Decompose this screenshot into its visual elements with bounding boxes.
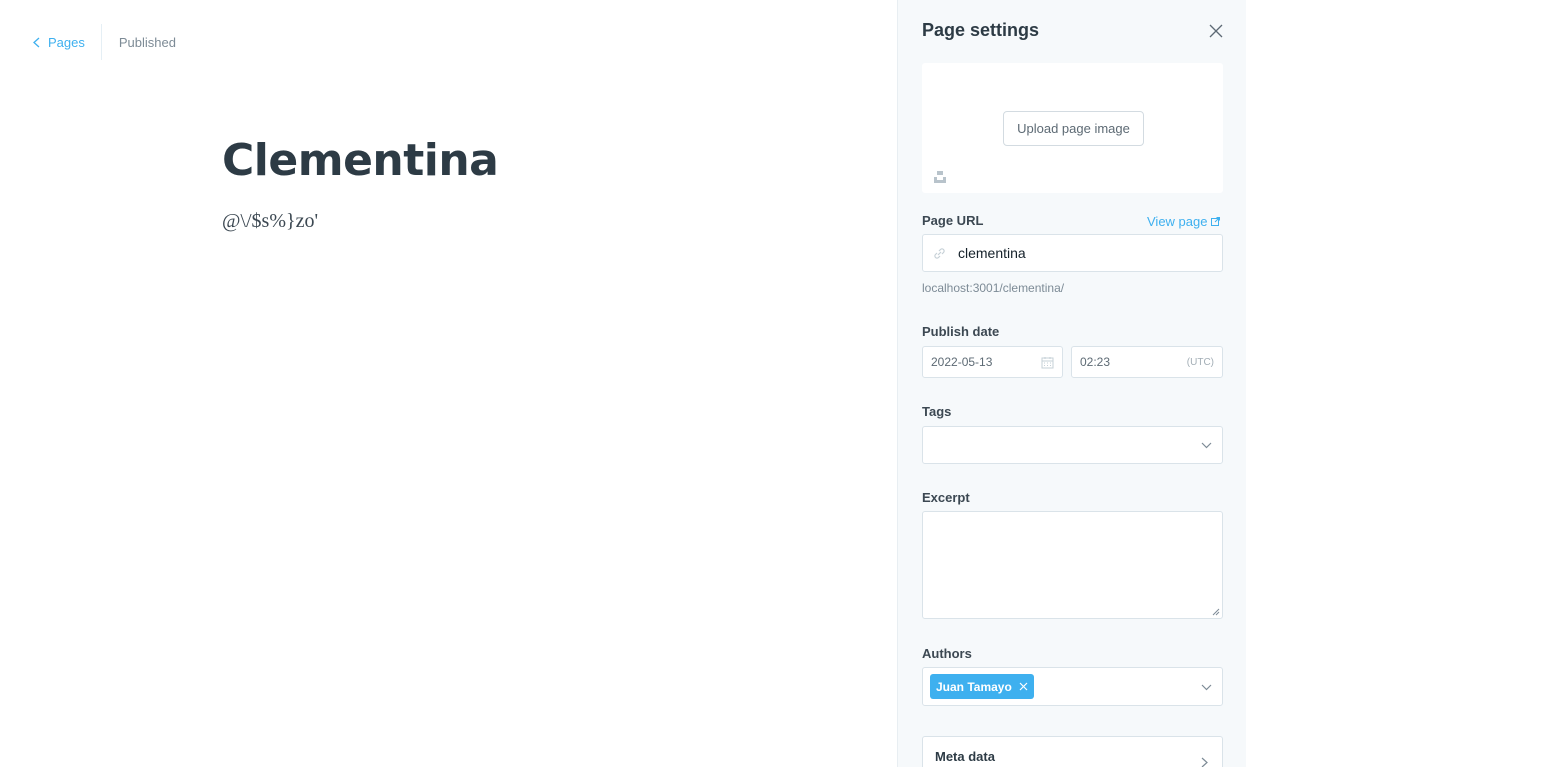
- view-page-link[interactable]: View page: [1147, 214, 1221, 229]
- page-url-value: clementina: [958, 245, 1026, 261]
- page-url-hint: localhost:3001/clementina/: [922, 281, 1065, 295]
- unsplash-icon[interactable]: [933, 170, 947, 184]
- page-editor-screen: Pages Published Clementina @\/$s%}zo' Pa…: [0, 0, 1544, 767]
- page-body-content[interactable]: @\/$s%}zo': [222, 210, 862, 233]
- page-title-input[interactable]: Clementina: [222, 132, 862, 190]
- chevron-down-icon: [1201, 684, 1212, 690]
- calendar-icon[interactable]: [1041, 356, 1054, 369]
- post-status: Published: [118, 34, 176, 50]
- author-name: Juan Tamayo: [936, 679, 1012, 694]
- chevron-left-icon: [33, 37, 40, 47]
- view-page-label: View page: [1147, 214, 1208, 229]
- publish-date-input[interactable]: 2022-05-13: [922, 346, 1063, 378]
- panel-header: Page settings: [922, 20, 1224, 41]
- upload-page-image-button[interactable]: Upload page image: [1003, 111, 1144, 146]
- excerpt-textarea[interactable]: [922, 511, 1223, 619]
- back-to-pages-link[interactable]: Pages: [32, 24, 101, 60]
- meta-data-row[interactable]: Meta data: [922, 736, 1223, 767]
- page-url-label: Page URL: [922, 213, 984, 228]
- external-link-icon: [1211, 217, 1221, 226]
- publish-time-input[interactable]: 02:23 (UTC): [1071, 346, 1223, 378]
- author-chip: Juan Tamayo: [930, 674, 1034, 699]
- publish-time-value: 02:23: [1080, 355, 1111, 369]
- chevron-down-icon: [1201, 442, 1212, 449]
- meta-data-label: Meta data: [935, 749, 995, 764]
- publish-date-label: Publish date: [922, 324, 1000, 339]
- remove-author-icon[interactable]: [1019, 682, 1028, 691]
- back-link-label: Pages: [48, 34, 85, 50]
- chevron-right-icon: [1201, 757, 1208, 767]
- authors-label: Authors: [922, 646, 972, 661]
- timezone-label: (UTC): [1186, 356, 1214, 368]
- excerpt-label: Excerpt: [922, 490, 970, 505]
- editor-canvas: Clementina @\/$s%}zo': [222, 132, 862, 233]
- editor-breadcrumb: Pages Published: [32, 24, 176, 60]
- tags-label: Tags: [922, 404, 952, 419]
- panel-title: Page settings: [922, 20, 1040, 40]
- page-image-uploader: Upload page image: [922, 63, 1223, 193]
- authors-select[interactable]: Juan Tamayo: [922, 667, 1223, 706]
- close-icon[interactable]: [1208, 23, 1224, 39]
- page-url-input[interactable]: clementina: [922, 234, 1223, 272]
- page-settings-panel: Page settings Upload page image Page URL…: [897, 0, 1246, 767]
- link-icon: [934, 247, 945, 259]
- tags-select[interactable]: [922, 426, 1223, 464]
- publish-date-value: 2022-05-13: [931, 355, 993, 369]
- resize-handle-icon[interactable]: [1212, 608, 1220, 616]
